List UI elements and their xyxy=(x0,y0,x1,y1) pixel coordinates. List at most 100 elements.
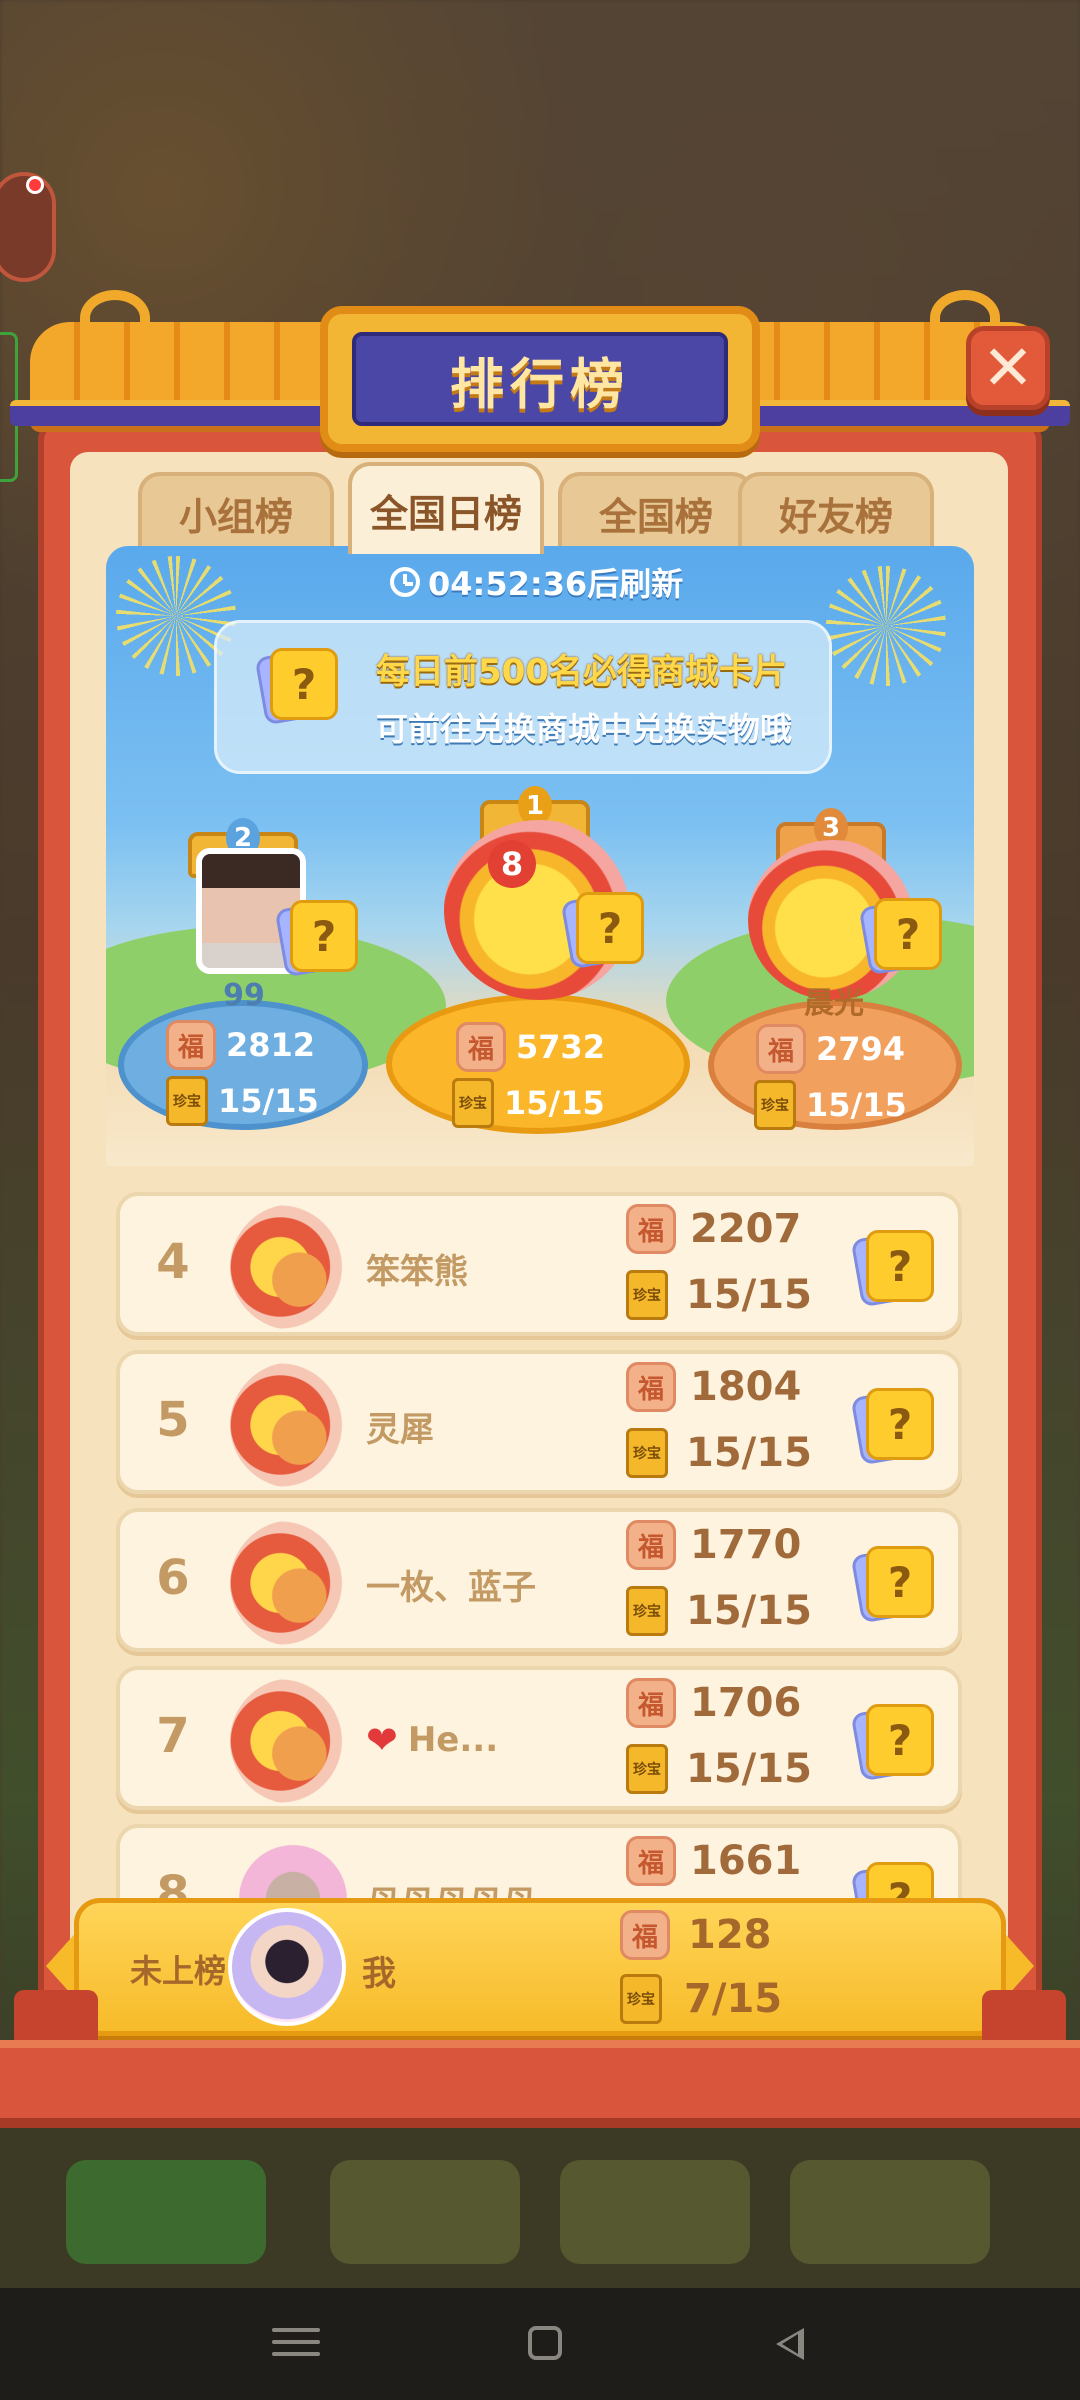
first-badge: 8 xyxy=(488,840,536,888)
book-icon: 珍宝 xyxy=(626,1270,668,1320)
list-score-value: 1770 xyxy=(690,1522,802,1568)
my-rank: 未上榜 xyxy=(130,1952,227,1990)
list-rank: 5 xyxy=(156,1392,190,1448)
list-rank: 7 xyxy=(156,1708,190,1764)
podium-second-progress: 珍宝 15/15 xyxy=(166,1076,319,1126)
fu-icon: 福 xyxy=(626,1204,676,1254)
list-name-wrap: ❤ He... xyxy=(366,1718,498,1762)
card-front: ? xyxy=(866,1704,934,1776)
card-front: ? xyxy=(290,900,358,972)
refresh-timer-text: 04:52:36后刷新 xyxy=(428,565,684,603)
leaderboard-tabs: 小组榜 全国日榜 全国榜 好友榜 xyxy=(138,462,938,554)
clock-icon xyxy=(390,567,420,597)
podium-second-name: 99 xyxy=(223,978,265,1013)
close-icon: ✕ xyxy=(982,331,1034,404)
card-third-icon: ? xyxy=(858,896,944,976)
tab-national[interactable]: 全国榜 xyxy=(558,472,754,550)
mystery-card-icon: ? xyxy=(850,1544,936,1624)
list-score: 福 2207 xyxy=(626,1204,801,1254)
list-name: 母母母母母 xyxy=(366,1876,536,1898)
book-icon: 珍宝 xyxy=(166,1076,208,1126)
podium-third-score: 福 2794 xyxy=(756,1024,905,1074)
background-button xyxy=(66,2160,266,2264)
fu-icon: 福 xyxy=(626,1362,676,1412)
book-icon: 珍宝 xyxy=(626,1744,668,1794)
title-plaque-inner: 排行榜 xyxy=(352,332,728,426)
podium-second-score-value: 2812 xyxy=(226,1026,316,1064)
card-front: ? xyxy=(576,892,644,964)
title-plaque: 排行榜 xyxy=(320,306,760,452)
list-progress: 珍宝 15/15 xyxy=(626,1270,812,1320)
list-score-value: 1706 xyxy=(690,1680,802,1726)
card-front: ? xyxy=(866,1862,934,1898)
book-icon: 珍宝 xyxy=(626,1586,668,1636)
list-item[interactable]: 6 一枚、蓝子 福 1770 珍宝 15/15 ? xyxy=(116,1508,962,1652)
list-score-value: 1804 xyxy=(690,1364,802,1410)
mystery-card-icon: ? xyxy=(850,1386,936,1466)
list-name: 灵犀 xyxy=(366,1410,434,1450)
reward-banner-line2: 可前往兑换商城中兑换实物哦 xyxy=(376,710,793,748)
refresh-timer: 04:52:36后刷新 xyxy=(390,560,683,604)
notification-dot xyxy=(26,176,44,194)
background-slot xyxy=(790,2160,990,2264)
podium-third-progress-value: 15/15 xyxy=(806,1086,907,1124)
list-item[interactable]: 7 ❤ He... 福 1706 珍宝 15/15 ? xyxy=(116,1666,962,1810)
card-second-icon: ? xyxy=(274,898,360,978)
my-name: 我 xyxy=(362,1954,396,1994)
podium-third-score-value: 2794 xyxy=(816,1030,906,1068)
tab-national-daily[interactable]: 全国日榜 xyxy=(348,462,544,554)
avatar[interactable] xyxy=(230,1362,356,1488)
fu-icon: 福 xyxy=(626,1836,676,1886)
avatar[interactable] xyxy=(230,1204,356,1330)
fu-icon: 福 xyxy=(456,1022,506,1072)
list-rank: 8 xyxy=(156,1866,190,1898)
mystery-card-icon: ? xyxy=(254,646,340,726)
avatar[interactable] xyxy=(230,1836,356,1898)
my-progress-value: 7/15 xyxy=(684,1976,783,2022)
list-progress-value: 15/15 xyxy=(686,1430,812,1476)
podium-third-name: 晨光 xyxy=(804,986,864,1021)
back-icon[interactable] xyxy=(776,2328,804,2360)
list-progress: 珍宝 15/15 xyxy=(626,1428,812,1478)
list-progress-value: 15/15 xyxy=(686,1272,812,1318)
list-item[interactable]: 8 母母母母母 福 1661 ? xyxy=(116,1824,962,1898)
mystery-card-icon: ? xyxy=(850,1702,936,1782)
podium-first-score-value: 5732 xyxy=(516,1028,606,1066)
home-icon[interactable] xyxy=(528,2326,562,2360)
mystery-card-front: ? xyxy=(270,648,338,720)
list-item[interactable]: 5 灵犀 福 1804 珍宝 15/15 ? xyxy=(116,1350,962,1494)
tab-friends[interactable]: 好友榜 xyxy=(738,472,934,550)
my-score: 福 128 xyxy=(620,1910,772,1960)
list-progress: 珍宝 15/15 xyxy=(626,1744,812,1794)
podium-third-progress: 珍宝 15/15 xyxy=(754,1080,907,1130)
fu-icon: 福 xyxy=(166,1020,216,1070)
card-front: ? xyxy=(866,1388,934,1460)
mystery-card-icon: ? xyxy=(850,1228,936,1308)
avatar[interactable] xyxy=(230,1678,356,1804)
fu-icon: 福 xyxy=(626,1678,676,1728)
podium-second-score: 福 2812 xyxy=(166,1020,315,1070)
heart-icon: ❤ xyxy=(366,1718,398,1762)
my-progress: 珍宝 7/15 xyxy=(620,1974,782,2024)
card-front: ? xyxy=(866,1230,934,1302)
list-score: 福 1770 xyxy=(626,1520,801,1570)
reward-banner-line1: 每日前500名必得商城卡片 xyxy=(376,652,787,692)
fu-icon: 福 xyxy=(620,1910,670,1960)
list-rank: 6 xyxy=(156,1550,190,1606)
background-slot xyxy=(330,2160,520,2264)
tab-group[interactable]: 小组榜 xyxy=(138,472,334,550)
menu-icon[interactable] xyxy=(266,2320,326,2370)
mystery-card-icon: ? xyxy=(850,1860,936,1898)
my-avatar[interactable] xyxy=(228,1908,346,2026)
panel-bottom-frame xyxy=(0,2040,1080,2128)
page-title: 排行榜 xyxy=(450,352,630,416)
list-item[interactable]: 4 笨笨熊 福 2207 珍宝 15/15 ? xyxy=(116,1192,962,1336)
podium-second-progress-value: 15/15 xyxy=(218,1082,319,1120)
podium-first-score: 福 5732 xyxy=(456,1022,605,1072)
close-button[interactable]: ✕ xyxy=(966,326,1050,410)
list-score: 福 1661 xyxy=(626,1836,801,1886)
avatar[interactable] xyxy=(230,1520,356,1646)
book-icon: 珍宝 xyxy=(620,1974,662,2024)
card-front: ? xyxy=(874,898,942,970)
ranking-list[interactable]: 4 笨笨熊 福 2207 珍宝 15/15 ? 5 灵犀 福 1804 珍宝 1… xyxy=(106,1178,974,1898)
